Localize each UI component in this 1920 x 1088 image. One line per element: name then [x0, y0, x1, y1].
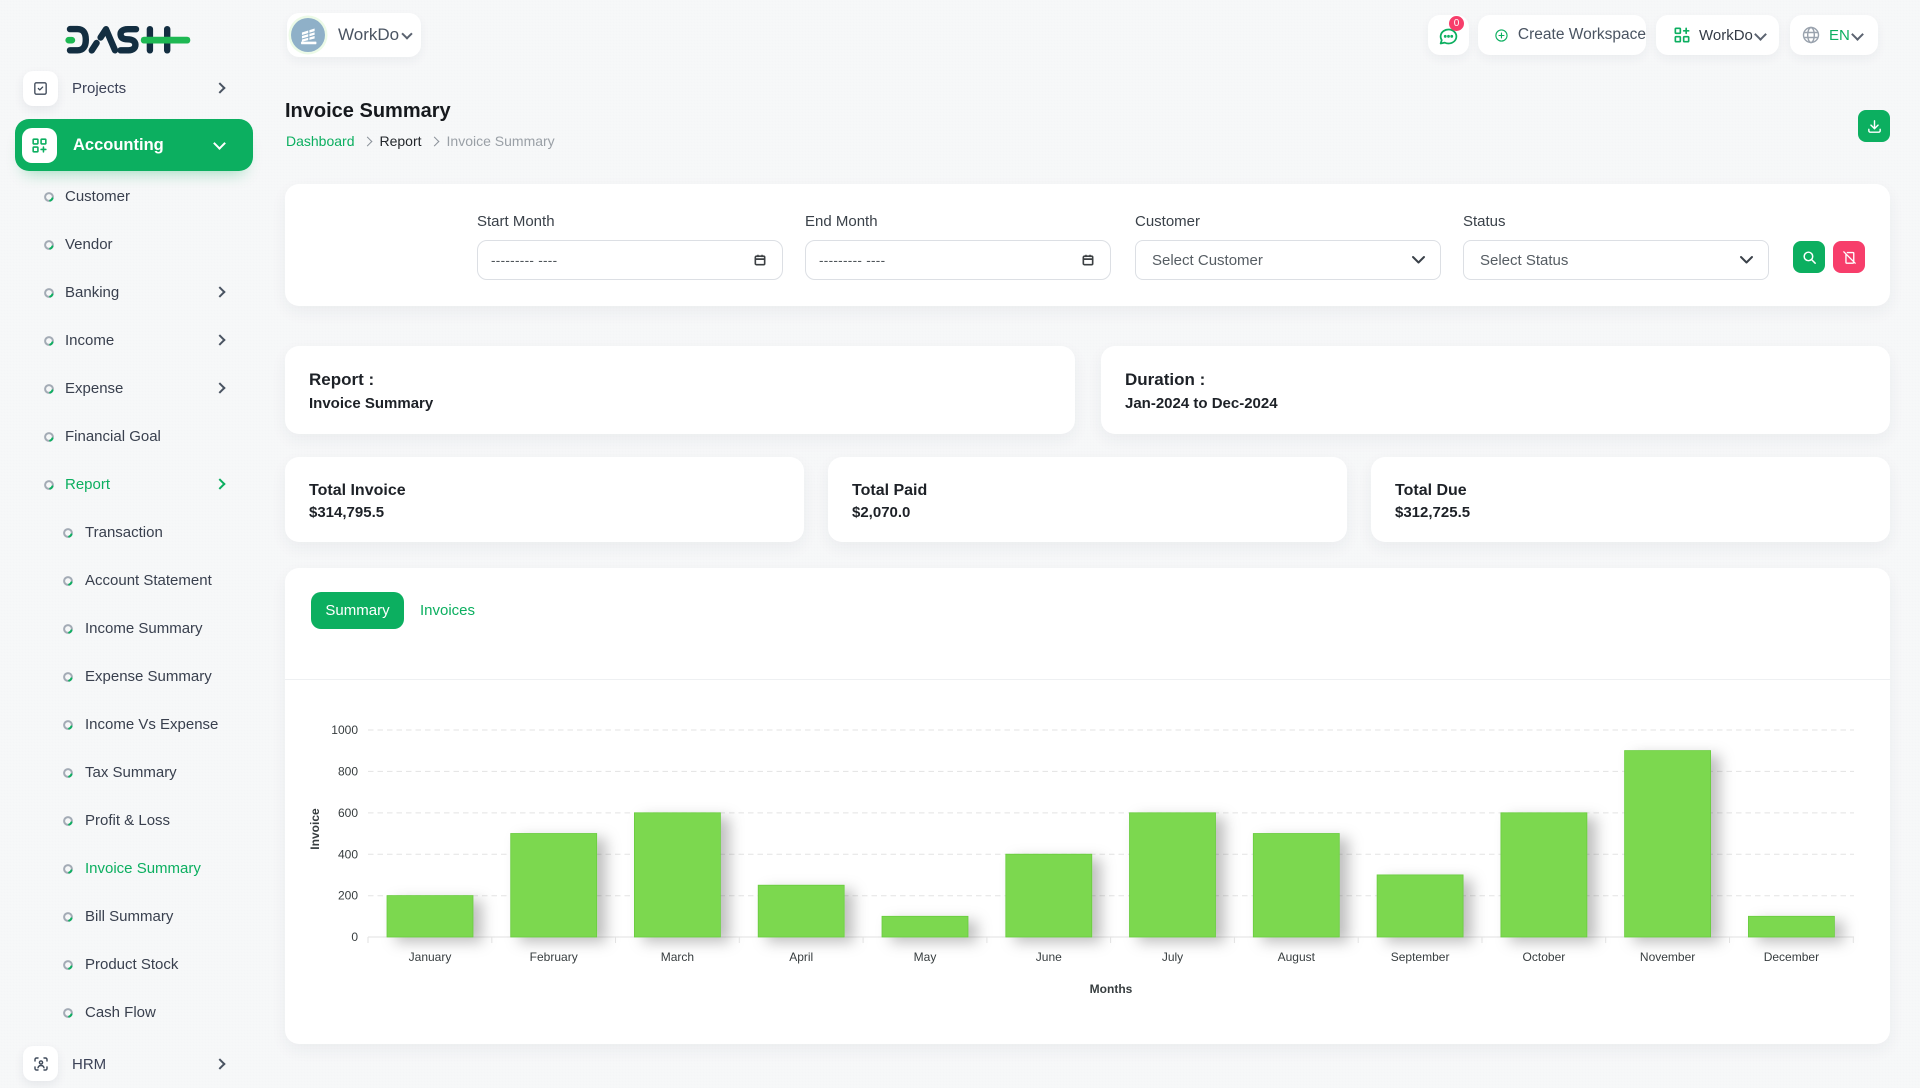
svg-text:April: April [789, 950, 813, 964]
svg-text:0: 0 [351, 930, 358, 944]
svg-text:November: November [1640, 950, 1695, 964]
svg-text:March: March [661, 950, 694, 964]
svg-text:May: May [914, 950, 937, 964]
svg-text:400: 400 [338, 847, 358, 861]
svg-text:Invoice: Invoice [308, 808, 322, 850]
svg-text:August: August [1278, 950, 1316, 964]
svg-text:February: February [530, 950, 578, 964]
svg-text:December: December [1764, 950, 1819, 964]
svg-text:800: 800 [338, 764, 358, 778]
svg-text:Months: Months [1090, 982, 1133, 996]
svg-text:June: June [1036, 950, 1062, 964]
svg-text:September: September [1391, 950, 1450, 964]
svg-text:200: 200 [338, 889, 358, 903]
svg-text:600: 600 [338, 806, 358, 820]
svg-text:October: October [1523, 950, 1566, 964]
svg-text:1000: 1000 [331, 723, 358, 737]
svg-text:July: July [1162, 950, 1183, 964]
svg-text:January: January [409, 950, 452, 964]
